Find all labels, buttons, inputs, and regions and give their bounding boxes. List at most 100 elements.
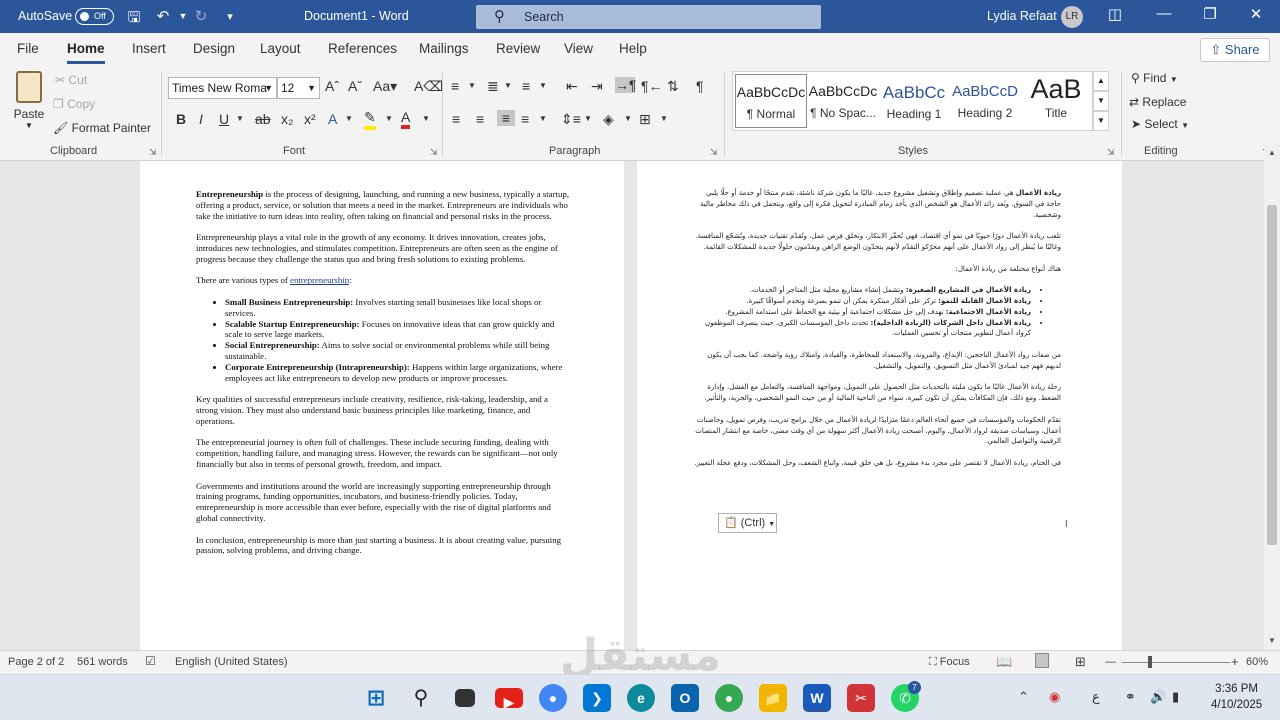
font-size-combo[interactable]: 12 ▼ <box>277 77 320 99</box>
avatar[interactable]: LR <box>1061 6 1083 28</box>
rtl-direction-icon[interactable]: ¶← <box>641 78 663 94</box>
zoom-slider[interactable] <box>1122 662 1230 663</box>
search-icon[interactable]: ⚲ <box>407 684 435 712</box>
find-button[interactable]: ⚲ Find ▼ <box>1131 71 1178 85</box>
replace-button[interactable]: ⇄ Replace <box>1129 95 1186 109</box>
style-heading-2[interactable]: AaBbCcD Heading 2 <box>949 74 1021 128</box>
styles-more-icon[interactable]: ▼ <box>1093 111 1109 131</box>
zoom-in-icon[interactable]: + <box>1231 654 1239 669</box>
restore-icon[interactable]: ❐ <box>1195 5 1225 23</box>
undo-dropdown-icon[interactable]: ▼ <box>173 11 193 21</box>
chevron-down-icon[interactable]: ▼ <box>345 114 353 123</box>
scroll-down-icon[interactable]: ▼ <box>1264 636 1280 645</box>
underline-icon[interactable]: U <box>219 111 229 127</box>
shrink-font-icon[interactable]: Aˇ <box>348 78 362 94</box>
style-normal[interactable]: AaBbCcDc ¶ Normal <box>735 74 807 128</box>
select-button[interactable]: ➤ Select ▼ <box>1131 117 1189 131</box>
redo-icon[interactable]: ↻ <box>191 7 211 25</box>
word-icon[interactable]: W <box>803 684 831 712</box>
page-count[interactable]: Page 2 of 2 <box>8 656 64 668</box>
battery-icon[interactable]: ▮ <box>1172 689 1179 705</box>
proofing-icon[interactable]: ☑ <box>145 654 156 668</box>
align-right-icon[interactable]: ≡ <box>497 110 515 126</box>
snipping-tool-icon[interactable]: ✂ <box>847 684 875 712</box>
font-name-combo[interactable]: Times New Roma ▼ <box>168 77 277 99</box>
cut-button[interactable]: ✂ Cut <box>55 73 87 87</box>
font-launcher-icon[interactable]: ⇲ <box>430 147 438 158</box>
copy-button[interactable]: ❐ Copy <box>53 97 95 111</box>
paragraph-launcher-icon[interactable]: ⇲ <box>710 147 718 158</box>
chevron-down-icon[interactable]: ▼ <box>422 114 430 123</box>
vscode-icon[interactable]: ❯ <box>583 684 611 712</box>
right-page-text[interactable]: ريادة الأعمال هي عملية تصميم وإطلاق وتشغ… <box>693 188 1061 480</box>
autosave-toggle[interactable]: Off <box>75 8 114 25</box>
language-label[interactable]: English (United States) <box>175 656 288 668</box>
chevron-down-icon[interactable]: ▼ <box>385 114 393 123</box>
input-language-label[interactable]: ع <box>1092 689 1100 705</box>
tab-help[interactable]: Help <box>619 41 647 56</box>
style-heading-1[interactable]: AaBbCc Heading 1 <box>878 74 950 128</box>
tab-references[interactable]: References <box>328 41 397 56</box>
save-icon[interactable]: 🖫 <box>124 7 144 32</box>
style-title[interactable]: AaB Title <box>1020 74 1092 128</box>
bold-icon[interactable]: B <box>176 111 186 127</box>
vertical-scrollbar[interactable]: ▲ ▼ <box>1264 145 1280 650</box>
chevron-down-icon[interactable]: ▼ <box>468 81 476 90</box>
strikethrough-icon[interactable]: ab <box>255 111 271 127</box>
numbering-icon[interactable]: ≣ <box>487 78 499 95</box>
search-box[interactable]: ⚲ Search <box>476 5 821 29</box>
align-center-icon[interactable]: ≡ <box>476 111 484 127</box>
minimize-icon[interactable]: — <box>1149 5 1179 22</box>
chevron-down-icon[interactable]: ▼ <box>584 114 592 123</box>
zoom-level[interactable]: 60% <box>1246 656 1268 668</box>
file-explorer-icon[interactable]: 📁 <box>759 684 787 712</box>
styles-scroll-down-icon[interactable]: ▼ <box>1093 91 1109 111</box>
windows-start-icon[interactable]: ⊞ <box>362 684 390 712</box>
chrome-icon[interactable]: ● <box>539 684 567 712</box>
security-icon[interactable]: ◉ <box>1049 689 1060 705</box>
multilevel-list-icon[interactable]: ≡ <box>522 78 530 94</box>
undo-icon[interactable]: ↶ <box>153 7 173 25</box>
entrepreneurship-link[interactable]: entrepreneurship <box>290 275 349 285</box>
outlook-icon[interactable]: O <box>671 684 699 712</box>
ribbon-display-icon[interactable]: ◫ <box>1100 5 1130 23</box>
format-painter-button[interactable]: 🖌 Format Painter <box>53 121 151 135</box>
highlight-icon[interactable]: ✎ <box>364 109 376 130</box>
chevron-down-icon[interactable]: ▼ <box>504 81 512 90</box>
tab-insert[interactable]: Insert <box>132 41 166 56</box>
tab-file[interactable]: File <box>17 41 39 56</box>
system-clock[interactable]: 3:36 PM 4/10/2025 <box>1211 681 1262 713</box>
word-count[interactable]: 561 words <box>77 656 128 668</box>
styles-launcher-icon[interactable]: ⇲ <box>1107 147 1115 158</box>
style-no-spacing[interactable]: AaBbCcDc ¶ No Spac... <box>807 74 879 128</box>
decrease-indent-icon[interactable]: ⇤ <box>566 78 578 95</box>
tab-mailings[interactable]: Mailings <box>419 41 469 56</box>
share-button[interactable]: ⇧ Share <box>1200 38 1270 62</box>
chrome-profile-icon[interactable]: ● <box>715 684 743 712</box>
close-icon[interactable]: ✕ <box>1241 5 1271 23</box>
scroll-up-icon[interactable]: ▲ <box>1264 148 1280 157</box>
chevron-down-icon[interactable]: ▼ <box>539 114 547 123</box>
web-layout-icon[interactable]: ⊞ <box>1075 654 1086 670</box>
borders-icon[interactable]: ⊞ <box>639 111 651 128</box>
youtube-icon[interactable]: ▶ <box>495 688 523 710</box>
scroll-thumb[interactable] <box>1267 205 1277 545</box>
tab-review[interactable]: Review <box>496 41 540 56</box>
styles-scroll-up-icon[interactable]: ▲ <box>1093 71 1109 91</box>
align-left-icon[interactable]: ≡ <box>452 111 460 127</box>
subscript-icon[interactable]: x₂ <box>281 111 293 127</box>
zoom-slider-thumb[interactable] <box>1148 656 1152 668</box>
tab-layout[interactable]: Layout <box>260 41 301 56</box>
volume-icon[interactable]: 🔊 <box>1150 689 1166 705</box>
grow-font-icon[interactable]: Aˆ <box>325 78 339 94</box>
tab-view[interactable]: View <box>564 41 593 56</box>
read-mode-icon[interactable]: 📖 <box>996 654 1012 670</box>
superscript-icon[interactable]: x² <box>304 111 316 127</box>
text-effects-icon[interactable]: A <box>328 111 337 127</box>
underline-dropdown-icon[interactable]: ▼ <box>236 114 244 123</box>
clear-formatting-icon[interactable]: A⌫ <box>414 78 443 95</box>
bullets-icon[interactable]: ≡ <box>451 78 459 94</box>
wifi-icon[interactable]: ⚭ <box>1125 689 1136 705</box>
left-page-text[interactable]: Entrepreneurship is the process of desig… <box>196 189 570 567</box>
chevron-down-icon[interactable]: ▼ <box>660 114 668 123</box>
